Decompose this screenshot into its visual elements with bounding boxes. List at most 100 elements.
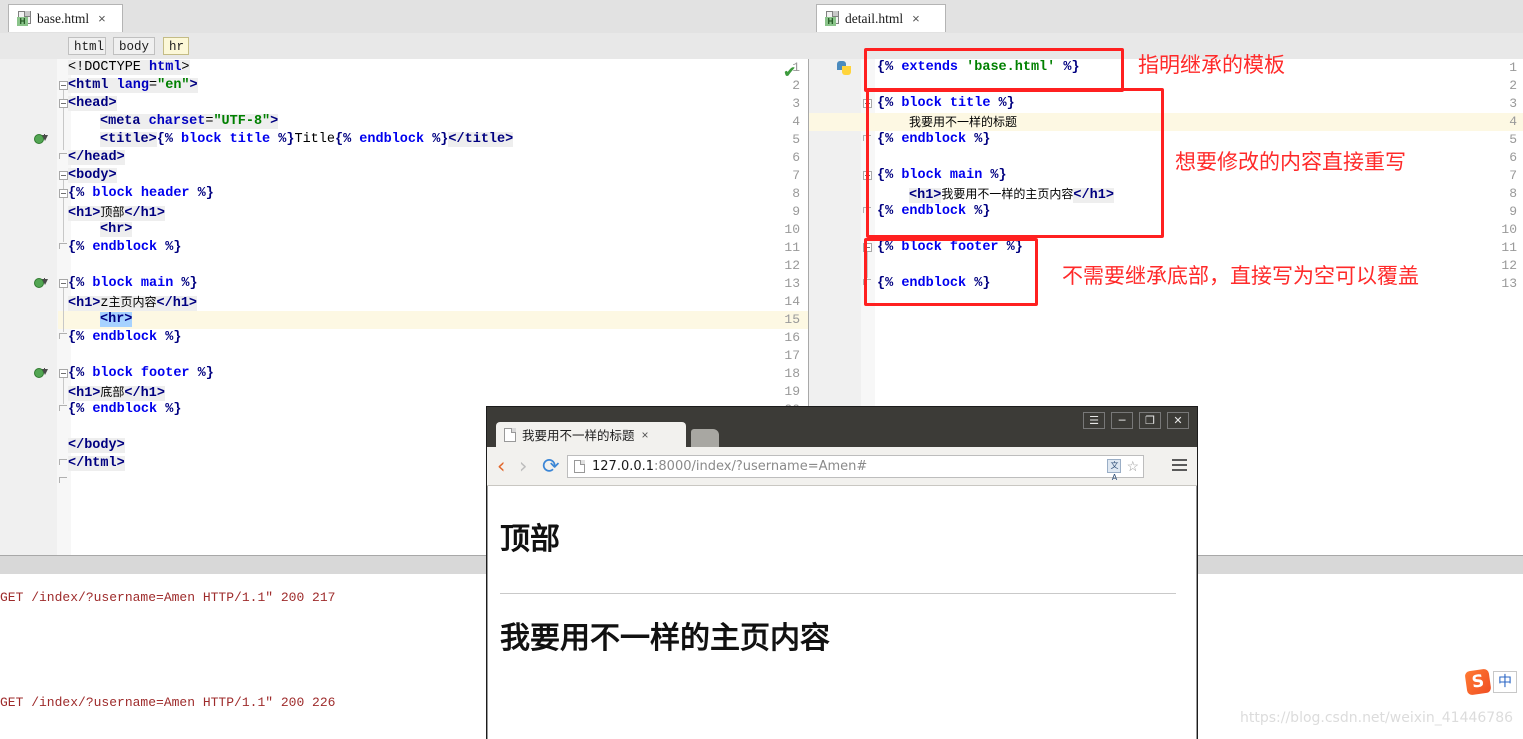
code-line[interactable]: <h1>我要用不一样的主页内容</h1> — [909, 185, 1114, 205]
code-line[interactable]: <!DOCTYPE html> — [68, 59, 190, 77]
line-number: 16 — [784, 330, 800, 345]
bookmark-star-icon[interactable]: ☆ — [1126, 459, 1139, 473]
tab-base-html[interactable]: H base.html × — [8, 4, 123, 32]
line-number: 11 — [784, 240, 800, 255]
override-marker-icon[interactable] — [34, 134, 48, 145]
fold-end-icon — [863, 279, 871, 285]
line-number: 14 — [784, 294, 800, 309]
new-tab-button[interactable] — [691, 429, 719, 447]
line-number: 15 — [784, 312, 800, 327]
browser-titlebar[interactable]: ☰ ─ ❐ ✕ 我要用不一样的标题 × — [487, 407, 1197, 447]
code-line[interactable]: <h1>底部</h1> — [68, 383, 165, 403]
breadcrumb-hr[interactable]: hr — [163, 37, 189, 55]
line-number: 10 — [784, 222, 800, 237]
hamburger-menu-icon[interactable] — [1172, 459, 1187, 471]
code-line[interactable]: {% block main %} — [877, 167, 1007, 185]
editor-tabstrip — [0, 0, 1523, 34]
annotation-text-footer: 不需要继承底部，直接写为空可以覆盖 — [1062, 264, 1419, 288]
code-line[interactable]: {% endblock %} — [68, 329, 181, 347]
code-line[interactable]: <hr> — [100, 311, 133, 329]
code-line[interactable]: <h1>z主页内容</h1> — [68, 293, 198, 313]
code-line[interactable]: </body> — [68, 437, 125, 455]
fold-toggle-icon[interactable] — [59, 189, 68, 198]
address-bar[interactable]: 127.0.0.1 :8000/index/?username=Amen# 文A… — [567, 455, 1144, 482]
code-line[interactable]: {% endblock %} — [877, 275, 990, 293]
breadcrumb-html[interactable]: html — [68, 37, 106, 55]
code-line[interactable]: {% block footer %} — [877, 239, 1023, 257]
url-path: :8000/index/?username=Amen# — [654, 459, 868, 474]
code-line[interactable]: {% endblock %} — [877, 203, 990, 221]
code-line[interactable]: 我要用不一样的标题 — [909, 113, 1017, 133]
line-number: 6 — [792, 150, 800, 165]
code-line[interactable]: <html lang="en"> — [68, 77, 198, 95]
sogou-ime-toolbar[interactable]: S 中 — [1464, 668, 1518, 696]
sogou-logo-icon[interactable]: S — [1464, 668, 1492, 696]
code-line[interactable]: </html> — [68, 455, 125, 473]
fold-end-icon — [59, 243, 67, 249]
line-number: 3 — [1509, 96, 1517, 111]
code-line[interactable]: {% block header %} — [68, 185, 214, 203]
line-number: 7 — [1509, 168, 1517, 183]
fold-toggle-icon[interactable] — [59, 81, 68, 90]
browser-tab-close-icon[interactable]: × — [642, 428, 649, 442]
override-marker-icon[interactable] — [34, 278, 48, 289]
fold-end-icon — [59, 459, 67, 465]
fold-toggle-icon[interactable] — [863, 243, 872, 252]
code-line[interactable]: <head> — [68, 95, 117, 113]
code-line[interactable]: <meta charset="UTF-8"> — [100, 113, 279, 131]
python-template-icon[interactable] — [837, 61, 851, 75]
browser-navbar: ‹ › ⟳ 127.0.0.1 :8000/index/?username=Am… — [487, 447, 1197, 486]
code-line[interactable]: <body> — [68, 167, 117, 185]
line-number: 13 — [784, 276, 800, 291]
fold-toggle-icon[interactable] — [59, 279, 68, 288]
fold-toggle-icon[interactable] — [59, 369, 68, 378]
code-line[interactable]: {% extends 'base.html' %} — [877, 59, 1080, 77]
code-line[interactable]: {% endblock %} — [68, 401, 181, 419]
inspection-ok-icon[interactable]: ✔ — [783, 63, 796, 81]
page-info-icon[interactable] — [574, 460, 585, 473]
omnibox-actions[interactable]: 文A ☆ — [1107, 459, 1139, 482]
fold-toggle-icon[interactable] — [863, 171, 872, 180]
code-line[interactable]: {% block title %} — [877, 95, 1015, 113]
code-line[interactable]: {% endblock %} — [68, 239, 181, 257]
back-icon[interactable]: ‹ — [497, 456, 505, 477]
close-button[interactable]: ✕ — [1167, 412, 1189, 429]
forward-icon[interactable]: › — [519, 456, 527, 477]
user-profile-button[interactable]: ☰ — [1083, 412, 1105, 429]
code-line[interactable]: {% endblock %} — [877, 131, 990, 149]
browser-window[interactable]: ☰ ─ ❐ ✕ 我要用不一样的标题 × ‹ › ⟳ 127.0.0.1 :800… — [487, 407, 1197, 739]
current-line-highlight — [58, 311, 808, 329]
line-number: 13 — [1501, 276, 1517, 291]
line-number: 7 — [792, 168, 800, 183]
line-number: 18 — [784, 366, 800, 381]
fold-toggle-icon[interactable] — [59, 99, 68, 108]
breadcrumb-body[interactable]: body — [113, 37, 155, 55]
tab-close-icon[interactable]: × — [912, 12, 920, 25]
fold-toggle-icon[interactable] — [59, 171, 68, 180]
tab-close-icon[interactable]: × — [98, 12, 106, 25]
override-marker-icon[interactable] — [34, 368, 48, 379]
watermark-text: https://blog.csdn.net/weixin_41446786 — [1240, 710, 1514, 726]
browser-tab[interactable]: 我要用不一样的标题 × — [496, 422, 686, 447]
line-number: 12 — [784, 258, 800, 273]
fold-toggle-icon[interactable] — [863, 99, 872, 108]
code-line[interactable]: {% block main %} — [68, 275, 198, 293]
reload-icon[interactable]: ⟳ — [542, 455, 560, 477]
translate-icon[interactable]: 文A — [1107, 459, 1122, 482]
code-line[interactable]: <hr> — [100, 221, 133, 239]
ime-language-mode[interactable]: 中 — [1493, 671, 1517, 693]
code-line[interactable]: {% block footer %} — [68, 365, 214, 383]
code-line[interactable]: <title>{% block title %}Title{% endblock… — [100, 131, 514, 149]
minimize-button[interactable]: ─ — [1111, 412, 1133, 429]
window-controls[interactable]: ☰ ─ ❐ ✕ — [1083, 412, 1189, 429]
code-line[interactable]: </head> — [68, 149, 125, 167]
fold-guide — [867, 180, 868, 206]
maximize-button[interactable]: ❐ — [1139, 412, 1161, 429]
line-number-gutter[interactable] — [0, 59, 58, 555]
page-favicon-icon — [504, 427, 516, 442]
tab-detail-html[interactable]: H detail.html × — [816, 4, 946, 32]
breadcrumb-bar: html body hr — [0, 33, 808, 60]
code-line[interactable]: <h1>顶部</h1> — [68, 203, 165, 223]
line-number: 19 — [784, 384, 800, 399]
line-number: 9 — [1509, 204, 1517, 219]
